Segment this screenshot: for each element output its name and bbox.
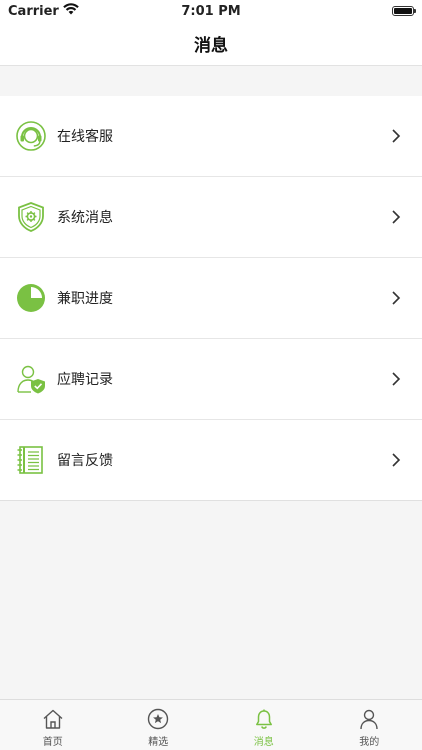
menu-item-label: 应聘记录 <box>57 372 113 388</box>
menu-item-label: 留言反馈 <box>57 453 113 469</box>
chevron-right-icon <box>390 290 402 306</box>
carrier-label: Carrier <box>8 3 59 19</box>
chevron-right-icon <box>390 452 402 468</box>
tab-label: 首页 <box>42 737 63 748</box>
headset-icon <box>15 120 47 152</box>
notebook-icon <box>15 444 47 476</box>
menu-item-feedback[interactable]: 留言反馈 <box>0 420 422 501</box>
person-icon <box>358 708 380 730</box>
progress-pie-icon <box>15 282 47 314</box>
menu-list: 在线客服 系统消息 兼职进度 应聘记录 留言反馈 <box>0 96 422 501</box>
battery-level <box>394 8 412 14</box>
star-circle-icon <box>147 708 169 730</box>
menu-item-label: 系统消息 <box>57 210 113 226</box>
page-title: 消息 <box>194 36 228 56</box>
home-icon <box>42 708 64 730</box>
shield-gear-icon <box>15 201 47 233</box>
tab-label: 消息 <box>253 737 274 748</box>
menu-item-label: 在线客服 <box>57 129 113 145</box>
menu-item-system-messages[interactable]: 系统消息 <box>0 177 422 258</box>
tab-messages[interactable]: 消息 <box>211 700 317 750</box>
chevron-right-icon <box>390 371 402 387</box>
chevron-right-icon <box>390 209 402 225</box>
wifi-icon <box>63 3 79 19</box>
tab-profile[interactable]: 我的 <box>317 700 422 750</box>
tab-label: 我的 <box>359 737 380 748</box>
bell-icon <box>253 708 275 730</box>
user-shield-icon <box>15 363 47 395</box>
menu-item-application-records[interactable]: 应聘记录 <box>0 339 422 420</box>
battery-icon <box>392 6 416 16</box>
status-left: Carrier <box>8 3 79 19</box>
nav-bar: 消息 <box>0 22 422 66</box>
tab-featured[interactable]: 精选 <box>106 700 212 750</box>
status-bar: Carrier 7:01 PM <box>0 0 422 22</box>
tab-label: 精选 <box>148 737 169 748</box>
menu-item-part-time-progress[interactable]: 兼职进度 <box>0 258 422 339</box>
menu-item-online-service[interactable]: 在线客服 <box>0 96 422 177</box>
tab-home[interactable]: 首页 <box>0 700 106 750</box>
chevron-right-icon <box>390 128 402 144</box>
menu-item-label: 兼职进度 <box>57 291 113 307</box>
tab-bar: 首页 精选 消息 我的 <box>0 699 422 750</box>
